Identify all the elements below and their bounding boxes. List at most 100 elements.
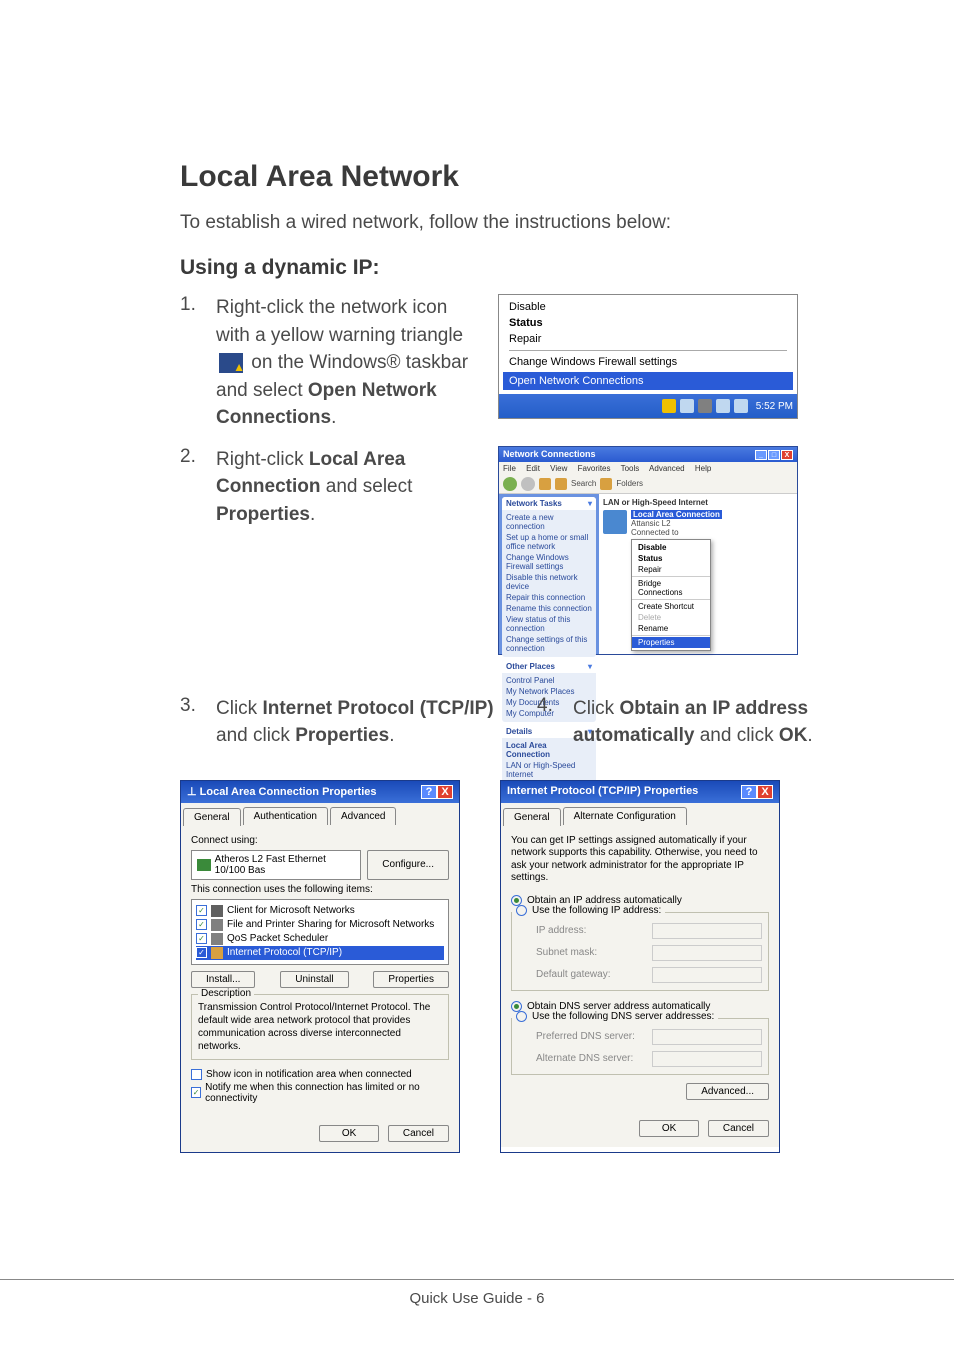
radio-button[interactable] [516, 905, 527, 916]
menu-item-open-connections[interactable]: Open Network Connections [503, 372, 793, 390]
ip-address-input [652, 923, 762, 939]
tab-authentication[interactable]: Authentication [243, 807, 328, 825]
chevron-icon[interactable]: ▾ [588, 499, 592, 508]
help-button[interactable]: ? [421, 785, 437, 799]
screenshot-taskbar-menu: Disable Status Repair Change Windows Fir… [498, 294, 798, 419]
menu-favorites[interactable]: Favorites [578, 464, 611, 473]
task-link[interactable]: Rename this connection [506, 603, 592, 614]
tray-icon[interactable] [680, 399, 694, 413]
checkbox-show-icon[interactable] [191, 1069, 202, 1080]
tab-advanced[interactable]: Advanced [330, 807, 396, 825]
ok-button[interactable]: OK [639, 1120, 699, 1137]
advanced-button[interactable]: Advanced... [686, 1083, 769, 1100]
list-item-tcpip[interactable]: ✓Internet Protocol (TCP/IP) [196, 946, 444, 960]
radio-use-dns[interactable]: Use the following DNS server addresses: [512, 1011, 718, 1022]
service-icon [211, 919, 223, 931]
screenshot-network-connections: Network Connections _□X File Edit View F… [498, 446, 798, 655]
close-button[interactable]: X [437, 785, 453, 799]
task-link[interactable]: Disable this network device [506, 572, 592, 592]
list-item[interactable]: ✓QoS Packet Scheduler [196, 932, 444, 946]
ctx-repair[interactable]: Repair [632, 564, 710, 575]
tab-alternate[interactable]: Alternate Configuration [563, 807, 687, 825]
minimize-button[interactable]: _ [755, 450, 767, 460]
tab-general[interactable]: General [183, 808, 241, 826]
toolbar: Search Folders [499, 475, 797, 494]
menu-separator [632, 635, 710, 636]
ctx-properties[interactable]: Properties [632, 637, 710, 648]
checkbox[interactable]: ✓ [196, 905, 207, 916]
tray-monitor-icon[interactable] [734, 399, 748, 413]
configure-button[interactable]: Configure... [367, 850, 449, 880]
properties-button[interactable]: Properties [373, 971, 449, 988]
tray-monitor-icon[interactable] [716, 399, 730, 413]
ok-button[interactable]: OK [319, 1125, 379, 1142]
radio-button[interactable] [516, 1011, 527, 1022]
menu-advanced[interactable]: Advanced [649, 464, 685, 473]
page-footer: Quick Use Guide - 6 [0, 1279, 954, 1307]
folders-label: Folders [616, 479, 643, 488]
pref-dns-input [652, 1029, 762, 1045]
description-group: Description Transmission Control Protoco… [191, 994, 449, 1060]
close-button[interactable]: X [781, 450, 793, 460]
chevron-icon[interactable]: ▾ [588, 662, 592, 671]
checkbox[interactable]: ✓ [196, 933, 207, 944]
task-link[interactable]: View status of this connection [506, 614, 592, 634]
alt-dns-input [652, 1051, 762, 1067]
task-link[interactable]: Change Windows Firewall settings [506, 552, 592, 572]
tab-general[interactable]: General [503, 808, 561, 826]
section-header: LAN or High-Speed Internet [603, 498, 793, 507]
nic-name: Atheros L2 Fast Ethernet 10/100 Bas [215, 854, 356, 876]
list-item[interactable]: ✓Client for Microsoft Networks [196, 904, 444, 918]
taskbar-clock: 5:52 PM [756, 401, 793, 412]
uninstall-button[interactable]: Uninstall [280, 971, 348, 988]
folders-icon[interactable] [600, 478, 612, 490]
menu-item-firewall[interactable]: Change Windows Firewall settings [509, 354, 787, 370]
menu-item-disable[interactable]: Disable [509, 299, 787, 315]
menu-edit[interactable]: Edit [526, 464, 540, 473]
step-2-text: Right-click Local Area Connection and se… [216, 446, 480, 655]
connection-name: Local Area Connection [631, 510, 722, 519]
help-button[interactable]: ? [741, 785, 757, 799]
notify-label: Notify me when this connection has limit… [205, 1082, 449, 1104]
task-link[interactable]: Change settings of this connection [506, 634, 592, 654]
task-link[interactable]: Create a new connection [506, 512, 592, 532]
up-button[interactable] [539, 478, 551, 490]
tray-warning-icon[interactable] [662, 399, 676, 413]
checkbox[interactable]: ✓ [196, 919, 207, 930]
ctx-disable[interactable]: Disable [632, 542, 710, 553]
tray-icon[interactable] [698, 399, 712, 413]
menu-file[interactable]: File [503, 464, 516, 473]
close-button[interactable]: X [757, 785, 773, 799]
cancel-button[interactable]: Cancel [388, 1125, 449, 1142]
nic-icon [197, 859, 211, 871]
menu-item-status[interactable]: Status [509, 315, 787, 331]
search-icon[interactable] [555, 478, 567, 490]
radio-use-ip[interactable]: Use the following IP address: [512, 905, 665, 916]
connection-item[interactable]: Local Area Connection Attansic L2 Connec… [603, 510, 793, 651]
menu-item-repair[interactable]: Repair [509, 331, 787, 347]
ctx-status[interactable]: Status [632, 553, 710, 564]
ip-group: Use the following IP address: IP address… [511, 912, 769, 991]
forward-button[interactable] [521, 477, 535, 491]
install-button[interactable]: Install... [191, 971, 255, 988]
list-item[interactable]: ✓File and Printer Sharing for Microsoft … [196, 918, 444, 932]
checkbox[interactable]: ✓ [196, 947, 207, 958]
task-link[interactable]: Set up a home or small office network [506, 532, 592, 552]
ctx-bridge[interactable]: Bridge Connections [632, 578, 710, 598]
network-warning-icon [219, 353, 243, 373]
ctx-shortcut[interactable]: Create Shortcut [632, 601, 710, 612]
menu-separator [632, 599, 710, 600]
back-button[interactable] [503, 477, 517, 491]
task-link[interactable]: Repair this connection [506, 592, 592, 603]
menu-help[interactable]: Help [695, 464, 711, 473]
cancel-button[interactable]: Cancel [708, 1120, 769, 1137]
ctx-rename[interactable]: Rename [632, 623, 710, 634]
menu-view[interactable]: View [550, 464, 567, 473]
step-number: 2. [180, 446, 202, 655]
step-3-text: Click Internet Protocol (TCP/IP) and cli… [216, 695, 507, 750]
menu-tools[interactable]: Tools [621, 464, 640, 473]
checkbox-notify[interactable]: ✓ [191, 1087, 201, 1098]
place-link[interactable]: Control Panel [506, 675, 592, 686]
maximize-button[interactable]: □ [768, 450, 780, 460]
ip-address-label: IP address: [536, 925, 586, 936]
